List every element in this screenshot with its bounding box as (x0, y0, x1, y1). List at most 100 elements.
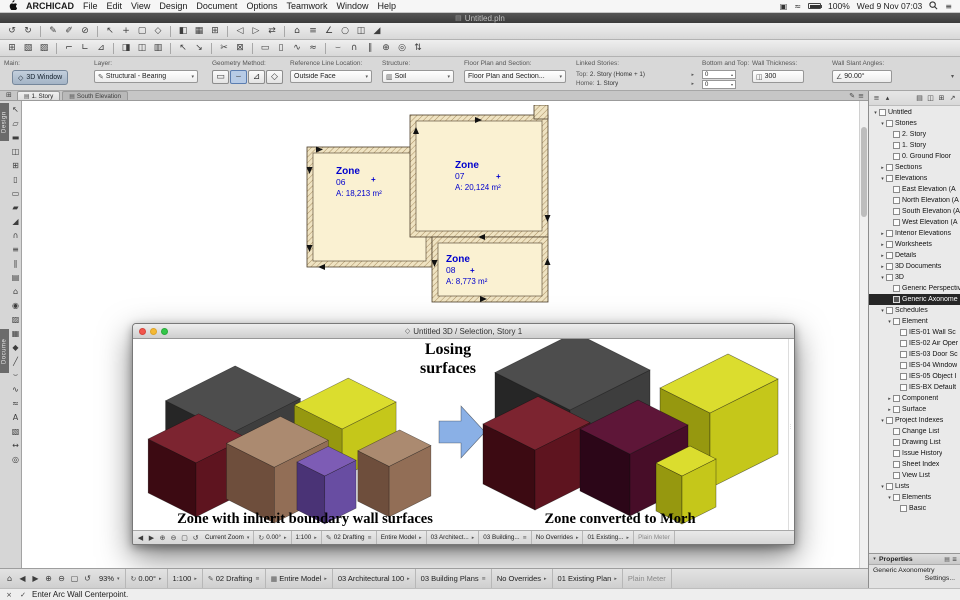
navigator-item-ies-04-window[interactable]: IES-04 Window (869, 360, 960, 371)
tree-expander-icon[interactable]: ▾ (879, 484, 886, 490)
quick-option-entire-model[interactable]: ▦ Entire Model ▸ (266, 569, 333, 588)
stepper-icon[interactable]: ▾ (731, 82, 733, 87)
object-tool-icon[interactable]: ⌂ (9, 284, 22, 298)
navigator-item-change-list[interactable]: Change List (869, 426, 960, 437)
quick-option-0-00-[interactable]: ↻ 0.00° ▸ (126, 569, 168, 588)
notification-center-icon[interactable]: ≡ (945, 2, 952, 11)
quick-option-02-drafting[interactable]: ✎ 02 Drafting ≡ (203, 569, 266, 588)
grid-icon[interactable]: ⊞ (4, 41, 20, 55)
navigator-item-generic-axonome[interactable]: Generic Axonome (869, 294, 960, 305)
quick-option-no-overrides[interactable]: No Overrides ▸ (532, 531, 584, 544)
display-icon[interactable]: ▣ (780, 2, 788, 11)
battery-icon[interactable] (808, 3, 823, 9)
quick-option-03-architectural-100[interactable]: 03 Architectural 100 ▸ (333, 569, 416, 588)
navigator-item-3d-documents[interactable]: ▸ 3D Documents (869, 261, 960, 272)
quick-option-01-existing-[interactable]: 01 Existing... ▸ (583, 531, 635, 544)
eraser-icon[interactable]: ⊘ (77, 24, 93, 38)
circle-icon[interactable]: ○ (337, 24, 353, 38)
layout-book-icon[interactable]: ⊞ (936, 93, 947, 104)
quick-option-03-architect-[interactable]: 03 Architect... ▸ (427, 531, 480, 544)
3d-viewer-title-bar[interactable]: ◇ Untitled 3D / Selection, Story 1 (133, 324, 794, 339)
ok-icon[interactable]: ✓ (18, 590, 28, 600)
morph-tool-icon[interactable]: ◆ (9, 340, 22, 354)
wifi-icon[interactable]: ≈ (794, 2, 801, 11)
navigator-item-ies-02-air-oper[interactable]: IES-02 Air Oper (869, 338, 960, 349)
quick-option-entire-model[interactable]: Entire Model ▸ (377, 531, 427, 544)
bottom-offset-input[interactable]: 0 ▾ (702, 80, 736, 89)
menu-document[interactable]: Document (196, 0, 237, 13)
fit-in-window-icon[interactable]: ▢ (68, 572, 81, 585)
home-story-icon[interactable]: ⌂ (289, 24, 305, 38)
tree-expander-icon[interactable]: ▸ (886, 407, 893, 413)
spotlight-icon[interactable] (929, 0, 938, 12)
arrow-select-icon[interactable]: ↖ (102, 24, 118, 38)
stair-tool-icon[interactable]: ≡ (9, 242, 22, 256)
geometry-curved-icon[interactable]: ⌣ (230, 70, 247, 84)
navigator-item-south-elevation-a[interactable]: South Elevation (A (869, 206, 960, 217)
quick-option-03-building-[interactable]: 03 Building... ≡ (479, 531, 532, 544)
split-icon[interactable]: ◨ (118, 41, 134, 55)
column-icon[interactable]: ▯ (273, 41, 289, 55)
navigator-item-ies-03-door-sc[interactable]: IES-03 Door Sc (869, 349, 960, 360)
reference-line-select[interactable]: Outside Face ▾ (290, 70, 372, 83)
menu-help[interactable]: Help (378, 0, 397, 13)
geometry-straight-icon[interactable]: ▭ (212, 70, 229, 84)
quick-option-no-overrides[interactable]: No Overrides ▸ (492, 569, 553, 588)
curtain-wall-tool-icon[interactable]: ▤ (9, 270, 22, 284)
layer-select[interactable]: ✎ Structural - Bearing ▾ (94, 70, 198, 83)
publisher-icon[interactable]: ↗ (947, 93, 958, 104)
intersect-icon[interactable]: ⊠ (232, 41, 248, 55)
lamp-tool-icon[interactable]: ◉ (9, 298, 22, 312)
text-tool-icon[interactable]: A (9, 410, 22, 424)
navigator-item-interior-elevations[interactable]: ▸ Interior Elevations (869, 228, 960, 239)
navigator-item-ies-01-wall-sc[interactable]: IES-01 Wall Sc (869, 327, 960, 338)
swap-view-icon[interactable]: ⇄ (264, 24, 280, 38)
navigator-item-west-elevation-a[interactable]: West Elevation (A (869, 217, 960, 228)
view-map-icon[interactable]: ◫ (925, 93, 936, 104)
door-tool-icon[interactable]: ◫ (9, 144, 22, 158)
forward-icon[interactable]: ▶ (146, 532, 157, 543)
tree-expander-icon[interactable]: ▾ (879, 308, 886, 314)
order-icon[interactable]: ⇅ (410, 41, 426, 55)
floor-plan-drawing[interactable] (280, 105, 572, 310)
navigator-item-project-indexes[interactable]: ▾ Project Indexes (869, 415, 960, 426)
canvas-vertical-scrollbar[interactable] (859, 101, 868, 568)
stepper-icon[interactable]: ▴ (731, 72, 733, 77)
polyline-icon[interactable]: ∿ (289, 41, 305, 55)
tab-bar-pen-icon[interactable]: ✎ (849, 92, 855, 100)
navigator-item-sheet-index[interactable]: Sheet Index (869, 459, 960, 470)
viewer-vertical-scrollbar[interactable]: ⋮ (788, 339, 794, 530)
infobox-overflow-icon[interactable]: ▾ (951, 73, 954, 80)
previous-view-icon[interactable]: ◁ (232, 24, 248, 38)
navigator-item-untitled[interactable]: ▾ Untitled (869, 107, 960, 118)
door-alt-icon[interactable]: ◫ (134, 41, 150, 55)
navigator-item-sections[interactable]: ▸ Sections (869, 162, 960, 173)
shell-icon[interactable]: ∩ (346, 41, 362, 55)
zone-model-right[interactable] (482, 339, 779, 525)
navigator-item-lists[interactable]: ▾ Lists (869, 481, 960, 492)
navigator-item-schedules[interactable]: ▾ Schedules (869, 305, 960, 316)
home-story-select[interactable]: Home: 1. Story ▸ (576, 79, 694, 88)
tree-expander-icon[interactable]: ▸ (886, 396, 893, 402)
dimension-tool-icon[interactable]: ↔ (9, 438, 22, 452)
navigator-item-stories[interactable]: ▾ Stories (869, 118, 960, 129)
back-icon[interactable]: ◀ (135, 532, 146, 543)
drag-icon[interactable]: ↖ (175, 41, 191, 55)
tree-expander-icon[interactable]: ▾ (886, 495, 893, 501)
minimize-icon[interactable] (150, 328, 157, 335)
properties-header[interactable]: ▾ Properties ▤ ≡ (869, 554, 960, 565)
scissors-icon[interactable]: ✂ (216, 41, 232, 55)
close-icon[interactable] (139, 328, 146, 335)
quick-option-93-[interactable]: 93% ▾ (94, 569, 126, 588)
top-link-select[interactable]: Top: 2. Story (Home + 1) ▸ (576, 70, 694, 79)
undo-icon[interactable]: ↺ (4, 24, 20, 38)
angle-icon[interactable]: ∠ (321, 24, 337, 38)
tree-expander-icon[interactable]: ▸ (879, 165, 886, 171)
navigator-item-details[interactable]: ▸ Details (869, 250, 960, 261)
tree-expander-icon[interactable]: ▾ (879, 121, 886, 127)
active-tool-chip[interactable]: ◇ 3D Window (12, 70, 69, 85)
navigator-item-ies-05-object-i[interactable]: IES-05 Object I (869, 371, 960, 382)
zoom-window-icon[interactable] (161, 328, 168, 335)
structure-select[interactable]: ▥ Soil ▾ (382, 70, 454, 83)
zone-08-handle-icon[interactable]: + (470, 266, 475, 275)
